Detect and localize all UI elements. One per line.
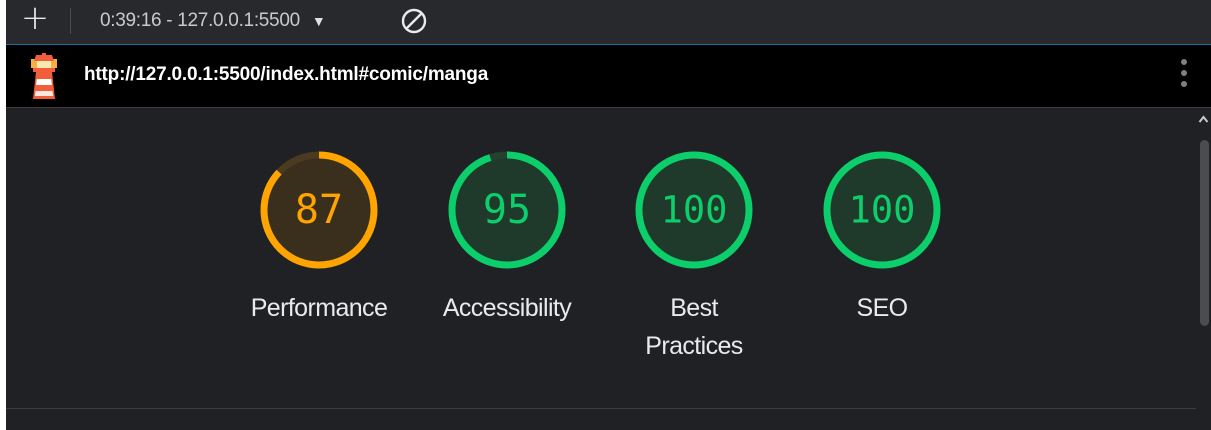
gauge-label-line: Accessibility xyxy=(442,294,572,322)
gauge-label: Performance xyxy=(239,289,399,327)
gauge-ring: 100 xyxy=(823,151,941,269)
more-options-button[interactable] xyxy=(1179,59,1189,93)
gauge-ring: 87 xyxy=(260,151,378,269)
gauge-seo[interactable]: 100 SEO xyxy=(802,146,962,327)
gauge-score: 87 xyxy=(295,187,343,233)
toolbar: + 0:39:16 - 127.0.0.1:5500 ▼ xyxy=(6,0,1211,45)
scores-summary: 87 Performance 95 Accessibility 100 Best Pract… xyxy=(6,108,1196,408)
lighthouse-panel: + 0:39:16 - 127.0.0.1:5500 ▼ http://127.… xyxy=(6,0,1211,430)
gauge-ring: 100 xyxy=(635,151,753,269)
report-selector[interactable]: 0:39:16 - 127.0.0.1:5500 ▼ xyxy=(100,8,326,34)
block-icon xyxy=(401,8,427,34)
gauge-label-line: Practices xyxy=(645,332,743,360)
report-url: http://127.0.0.1:5500/index.html#comic/m… xyxy=(84,64,489,85)
scroll-up-arrow-icon[interactable] xyxy=(1198,114,1209,124)
gauge-accessibility[interactable]: 95 Accessibility xyxy=(427,146,587,327)
gauge-score: 100 xyxy=(849,189,916,232)
scrollbar[interactable] xyxy=(1196,108,1211,430)
gauge-label: SEO xyxy=(802,289,962,327)
lighthouse-icon xyxy=(26,53,62,101)
gauge-label-line: Performance xyxy=(250,294,388,322)
gauge-ring: 95 xyxy=(448,151,566,269)
clear-all-button[interactable] xyxy=(400,7,428,35)
gauge-score: 95 xyxy=(483,187,531,233)
toolbar-divider xyxy=(70,8,71,34)
gauge-label: Best Practices xyxy=(614,289,774,365)
gauge-label-line: Best xyxy=(670,294,718,322)
kebab-dot xyxy=(1181,70,1187,76)
chevron-down-icon: ▼ xyxy=(311,13,326,29)
kebab-dot xyxy=(1181,59,1187,65)
kebab-dot xyxy=(1181,81,1187,87)
gauge-score: 100 xyxy=(661,189,728,232)
gauge-label-line: SEO xyxy=(856,294,909,322)
section-divider xyxy=(6,408,1196,409)
add-report-button[interactable]: + xyxy=(20,1,50,35)
gauge-performance[interactable]: 87 Performance xyxy=(239,146,399,327)
scrollbar-thumb[interactable] xyxy=(1200,140,1209,326)
url-bar: http://127.0.0.1:5500/index.html#comic/m… xyxy=(6,45,1211,108)
gauge-best-practices[interactable]: 100 Best Practices xyxy=(614,146,774,365)
report-selector-label: 0:39:16 - 127.0.0.1:5500 xyxy=(100,10,300,31)
gauge-label: Accessibility xyxy=(427,289,587,327)
